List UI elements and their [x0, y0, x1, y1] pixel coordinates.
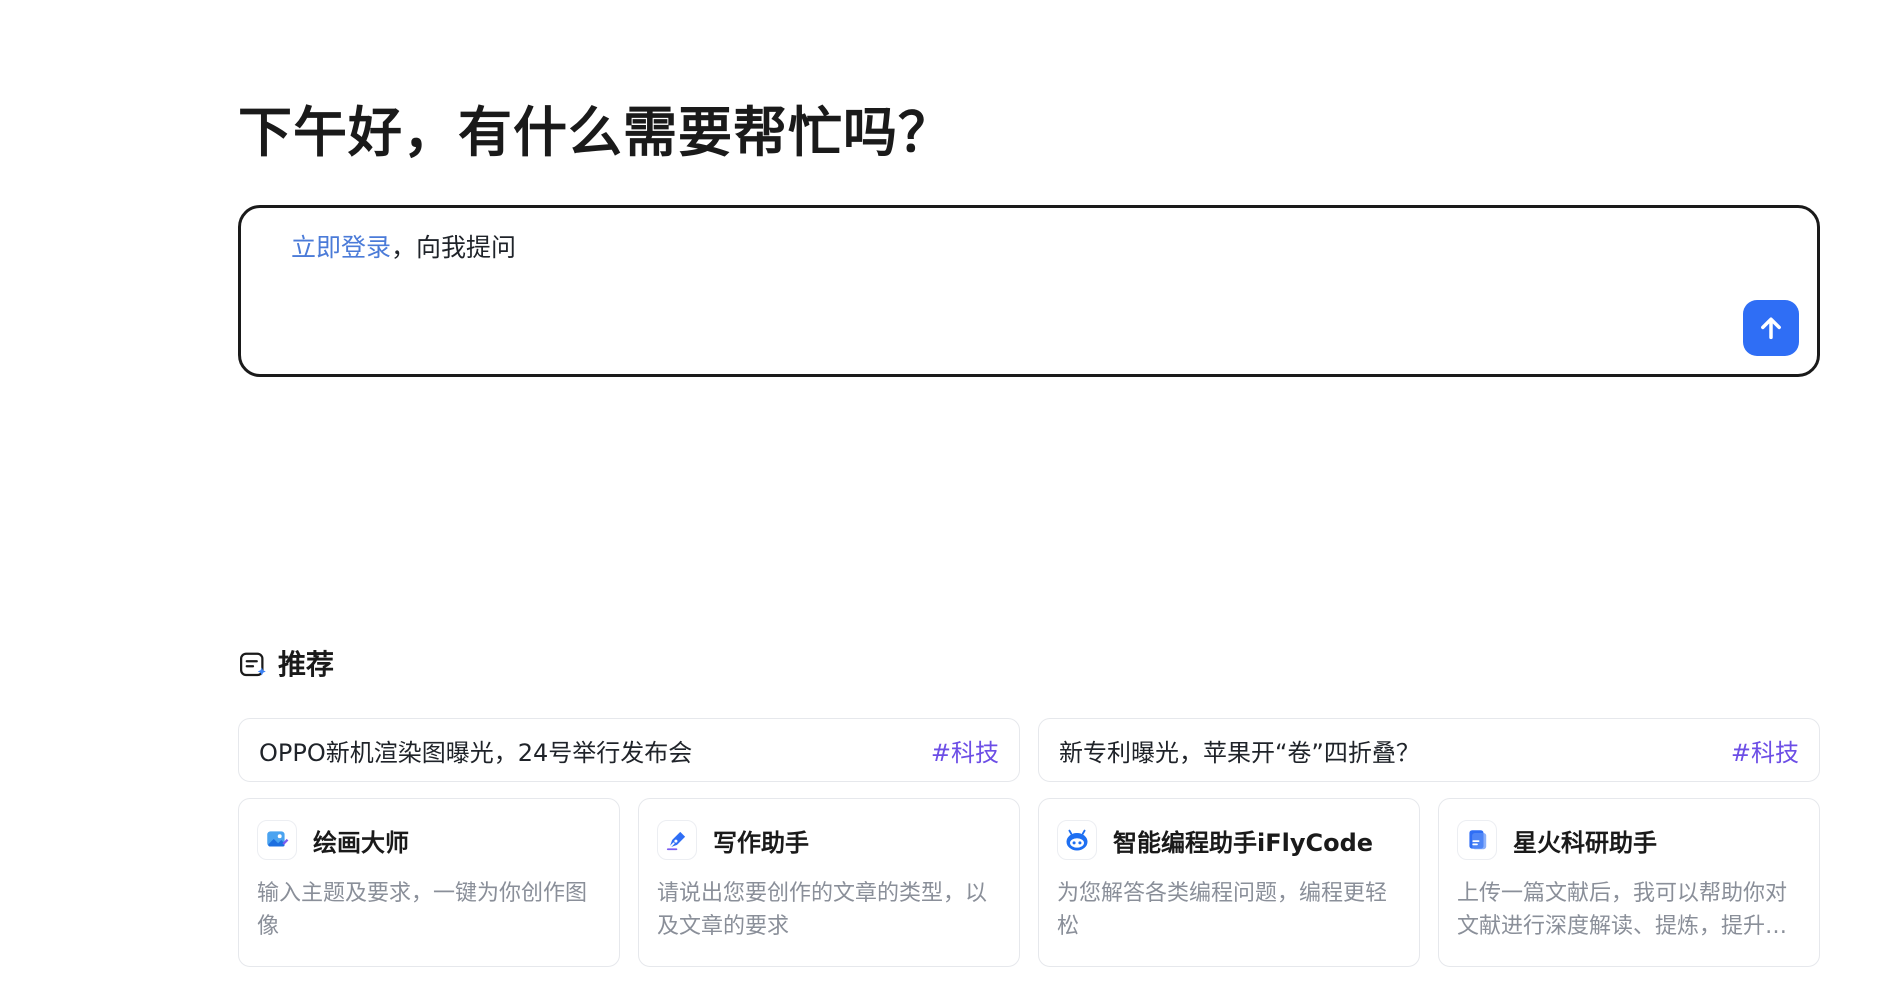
- document-icon: [1457, 820, 1497, 860]
- greeting-title: 下午好，有什么需要帮忙吗？: [238, 101, 953, 164]
- news-tag[interactable]: #科技: [1731, 733, 1799, 768]
- app-card-painting-master[interactable]: 绘画大师 输入主题及要求，一键为你创作图像: [238, 798, 620, 967]
- news-text: OPPO新机渲染图曝光，24号举行发布会: [259, 738, 693, 767]
- login-link[interactable]: 立即登录: [291, 233, 391, 262]
- app-title: 写作助手: [713, 828, 809, 857]
- painting-icon: [257, 820, 297, 860]
- input-prompt: 立即登录，向我提问: [291, 230, 516, 266]
- send-button[interactable]: [1743, 300, 1799, 356]
- app-card-header: 星火科研助手: [1457, 819, 1801, 861]
- app-title: 星火科研助手: [1513, 828, 1657, 857]
- app-card-header: 智能编程助手iFlyCode: [1057, 819, 1401, 861]
- prompt-suffix: ，向我提问: [391, 233, 517, 262]
- news-card[interactable]: 新专利曝光，苹果开“卷”四折叠？ #科技: [1038, 718, 1820, 782]
- app-description: 上传一篇文献后，我可以帮助你对文献进行深度解读、提炼，提升科研...: [1457, 881, 1788, 939]
- app-card-writing-assistant[interactable]: 写作助手 请说出您要创作的文章的类型，以及文章的要求: [638, 798, 1020, 967]
- news-card[interactable]: OPPO新机渲染图曝光，24号举行发布会 #科技: [238, 718, 1020, 782]
- robot-icon: [1057, 820, 1097, 860]
- arrow-up-icon: [1761, 317, 1781, 340]
- news-tag[interactable]: #科技: [931, 733, 999, 768]
- recommend-icon: [240, 652, 266, 677]
- question-input-box[interactable]: 立即登录，向我提问: [238, 205, 1820, 377]
- app-title: 智能编程助手iFlyCode: [1113, 828, 1374, 857]
- app-description: 输入主题及要求，一键为你创作图像: [257, 881, 588, 939]
- app-card-iflycode[interactable]: 智能编程助手iFlyCode 为您解答各类编程问题，编程更轻松: [1038, 798, 1420, 967]
- pen-icon: [657, 820, 697, 860]
- app-card-research-assistant[interactable]: 星火科研助手 上传一篇文献后，我可以帮助你对文献进行深度解读、提炼，提升科研..…: [1438, 798, 1820, 967]
- app-card-header: 绘画大师: [257, 819, 601, 861]
- news-text: 新专利曝光，苹果开“卷”四折叠？: [1059, 738, 1420, 767]
- app-description: 为您解答各类编程问题，编程更轻松: [1057, 881, 1388, 939]
- app-card-header: 写作助手: [657, 819, 1001, 861]
- recommend-header: 推荐: [238, 648, 334, 682]
- app-title: 绘画大师: [313, 828, 409, 857]
- app-description: 请说出您要创作的文章的类型，以及文章的要求: [657, 881, 988, 939]
- recommend-title: 推荐: [278, 648, 335, 681]
- page: 下午好，有什么需要帮忙吗？ 立即登录，向我提问 推荐 OPPO新机渲染图曝光，2…: [0, 0, 1889, 988]
